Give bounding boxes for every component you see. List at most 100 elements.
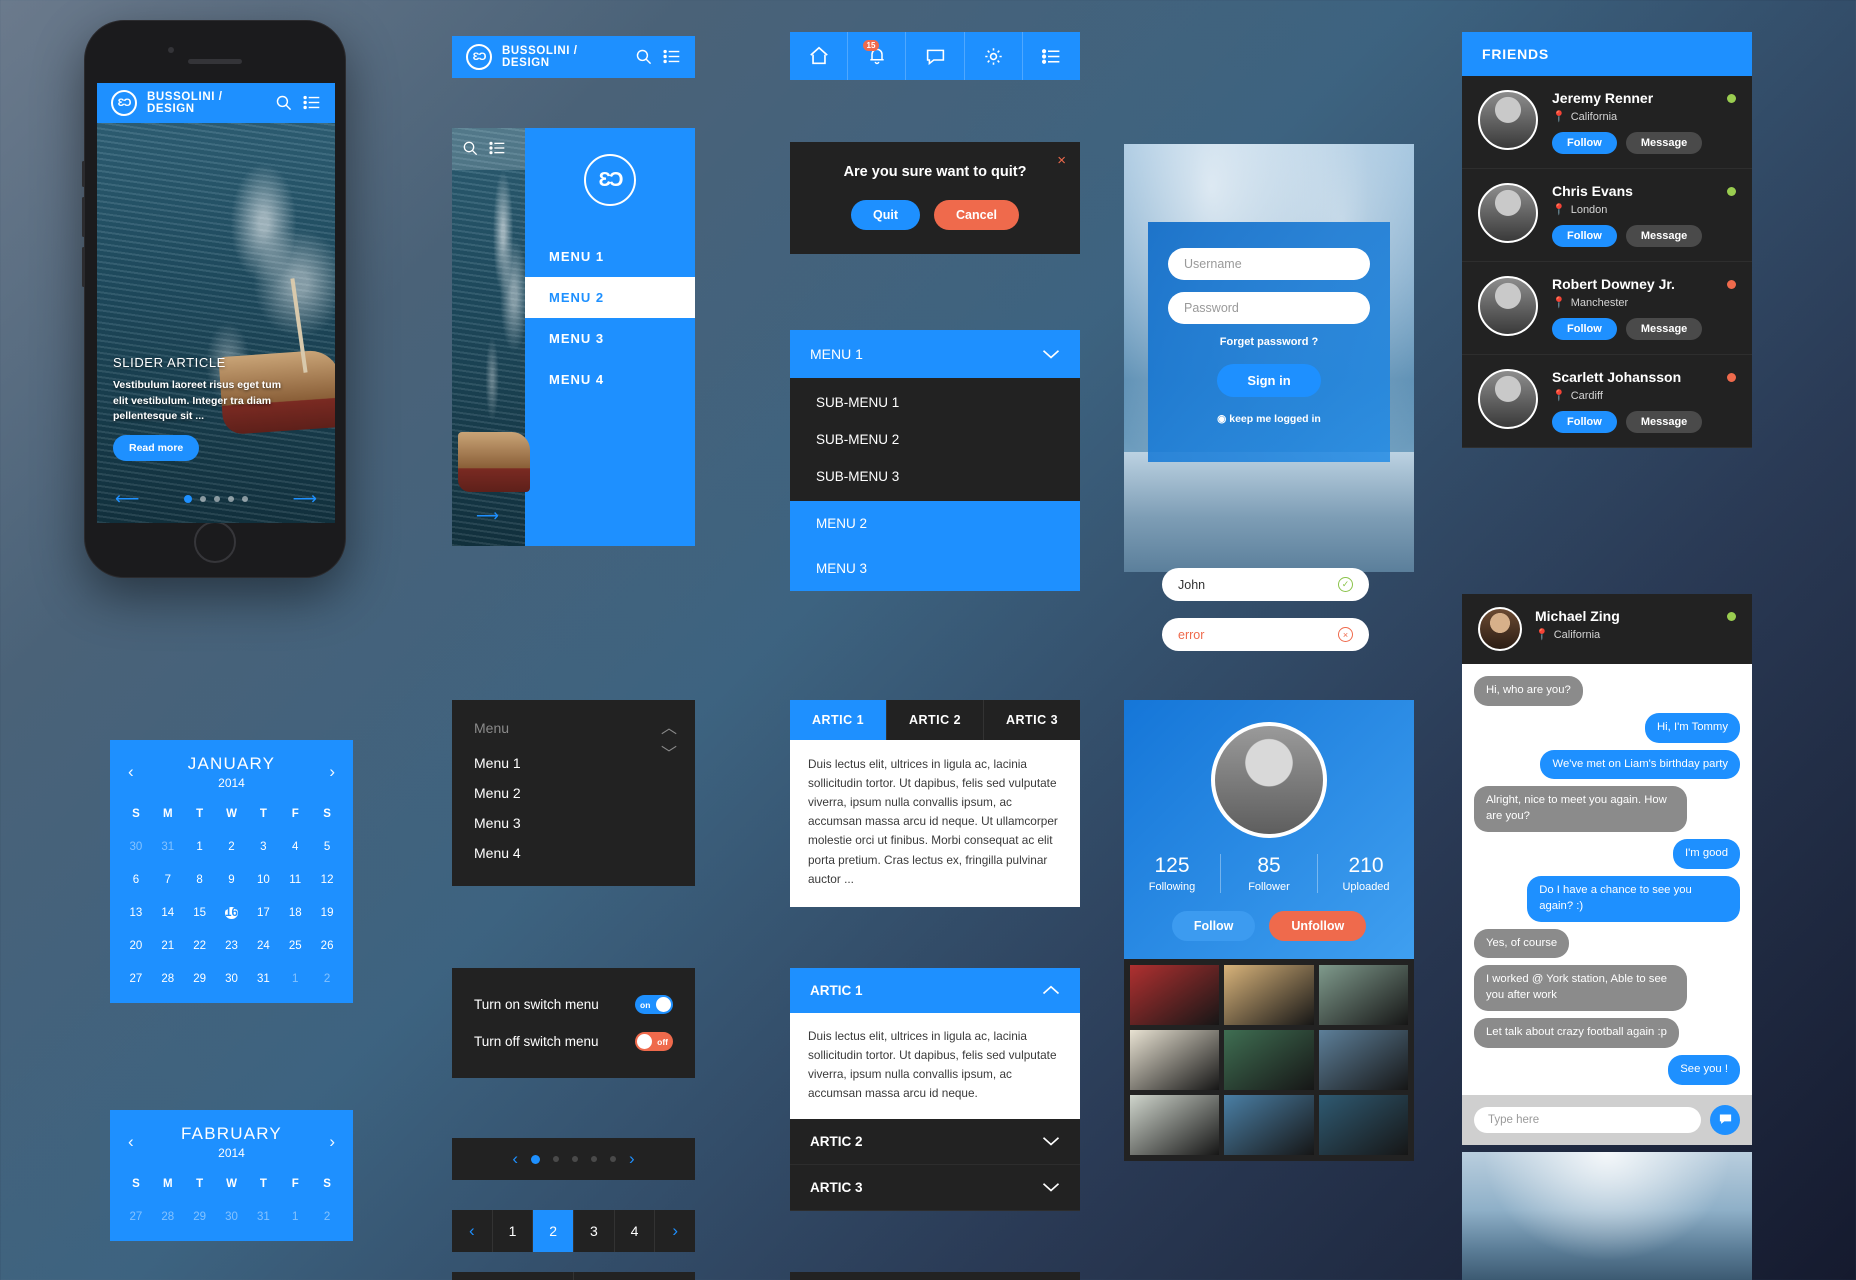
calendar-day[interactable]: 18 [279,901,311,925]
calendar-day[interactable]: 23 [216,934,248,958]
tab-artic-3[interactable]: ARTIC 3 [984,700,1080,740]
phone-volume-down-button[interactable] [82,197,85,237]
calendar-next-button[interactable]: › [329,1132,335,1152]
slider-dot[interactable] [242,496,248,502]
unfollow-button[interactable]: Unfollow [1269,911,1367,941]
list-item[interactable]: Menu 4 [452,838,695,868]
calendar-day[interactable]: 8 [184,868,216,892]
phone-silent-switch[interactable] [82,247,85,287]
pagination-page-4[interactable]: 4 [615,1210,656,1252]
slider-dot[interactable] [184,495,192,503]
accordion-light-header-artic-3[interactable]: ARTIC 3 [790,1165,1080,1212]
message-button[interactable]: Message [1625,318,1703,340]
keep-logged-in-checkbox[interactable]: ◉ keep me logged in [1168,413,1370,425]
calendar-day[interactable]: 30 [216,1205,248,1229]
phone-volume-up-button[interactable] [82,161,85,187]
calendar-prev-button[interactable]: ‹ [128,762,134,782]
calendar-day[interactable]: 1 [279,1205,311,1229]
gallery-thumbnail[interactable] [1130,1030,1220,1090]
gear-icon[interactable] [964,32,1023,80]
side-menu-next-arrow[interactable]: ⟶ [476,506,499,526]
search-icon[interactable] [275,94,293,112]
calendar-day[interactable]: 22 [184,934,216,958]
calendar-next-button[interactable]: › [329,762,335,782]
send-message-button[interactable] [1710,1104,1740,1135]
calendar-day[interactable]: 11 [279,868,311,892]
list-icon[interactable] [663,48,681,66]
carousel-dot[interactable] [572,1156,578,1162]
calendar-day[interactable]: 28 [152,1205,184,1229]
calendar-day[interactable]: 2 [216,835,248,859]
input-success-field[interactable]: John ✓ [1162,568,1369,601]
accordion-sub-item-3[interactable]: SUB-MENU 3 [790,458,1080,495]
gallery-thumbnail[interactable] [1130,1095,1220,1155]
calendar-day[interactable]: 31 [247,1205,279,1229]
read-more-button[interactable]: Read more [113,435,200,461]
cancel-button[interactable]: Cancel [934,200,1019,230]
slider-prev-arrow[interactable]: ⟵ [115,489,139,509]
gallery-thumbnail[interactable] [1130,965,1220,1025]
pagination-cell[interactable] [574,1272,695,1280]
calendar-day[interactable]: 29 [184,967,216,991]
calendar-day[interactable]: 31 [247,967,279,991]
carousel-next-button[interactable]: › [629,1149,635,1169]
list-item[interactable]: Menu 3 [452,808,695,838]
list-icon[interactable] [303,94,321,112]
carousel-dot[interactable] [531,1154,540,1164]
calendar-day[interactable]: 12 [311,868,343,892]
sidebar-item-menu-1[interactable]: MENU 1 [525,236,695,277]
calendar-day[interactable]: 4 [279,835,311,859]
calendar-day[interactable]: 28 [152,967,184,991]
calendar-prev-button[interactable]: ‹ [128,1132,134,1152]
calendar-day[interactable]: 31 [152,835,184,859]
follow-button[interactable]: Follow [1552,225,1617,247]
quit-button[interactable]: Quit [851,200,920,230]
calendar-day[interactable]: 1 [279,967,311,991]
pagination-page-1[interactable]: 1 [493,1210,534,1252]
slider-dot[interactable] [200,496,206,502]
calendar-day[interactable]: 13 [120,901,152,925]
calendar-day[interactable]: 19 [311,901,343,925]
calendar-day[interactable]: 9 [216,868,248,892]
calendar-day[interactable]: 21 [152,934,184,958]
chat-input[interactable]: Type here [1474,1106,1701,1133]
accordion-light-header-open[interactable]: ARTIC 1 [790,968,1080,1013]
accordion-light-header-artic-2[interactable]: ARTIC 2 [790,1119,1080,1166]
calendar-day[interactable]: 15 [184,901,216,925]
forget-password-link[interactable]: Forget password ? [1168,336,1370,348]
chevron-down-icon[interactable]: ﹀ [661,740,677,764]
gallery-thumbnail[interactable] [1318,1030,1408,1090]
search-icon[interactable] [635,48,653,66]
gallery-thumbnail[interactable] [1318,1095,1408,1155]
sidebar-item-menu-4[interactable]: MENU 4 [525,359,695,400]
calendar-day[interactable]: 2 [311,1205,343,1229]
tab-artic-1[interactable]: ARTIC 1 [790,700,887,740]
chevron-up-icon[interactable]: ︿ [661,714,677,738]
carousel-dot[interactable] [591,1156,597,1162]
calendar-day[interactable]: 26 [311,934,343,958]
carousel-dot[interactable] [553,1156,559,1162]
gallery-thumbnail[interactable] [1318,965,1408,1025]
list-icon[interactable] [489,140,507,158]
search-icon[interactable] [462,140,480,158]
password-input[interactable]: Password [1168,292,1370,324]
toggle-switch-off[interactable]: off [635,1032,673,1051]
pagination-cell[interactable] [452,1272,574,1280]
home-icon[interactable] [790,32,849,80]
follow-button[interactable]: Follow [1552,411,1617,433]
message-button[interactable]: Message [1625,225,1703,247]
username-input[interactable]: Username [1168,248,1370,280]
calendar-day[interactable]: 17 [247,901,279,925]
list-icon[interactable] [1022,32,1081,80]
calendar-day[interactable]: 20 [120,934,152,958]
pagination-page-3[interactable]: 3 [574,1210,615,1252]
carousel-prev-button[interactable]: ‹ [512,1149,518,1169]
accordion-sub-item-2[interactable]: SUB-MENU 2 [790,421,1080,458]
carousel-dot[interactable] [610,1156,616,1162]
pagination-page-2[interactable]: 2 [533,1210,575,1252]
follow-button[interactable]: Follow [1552,132,1617,154]
calendar-day[interactable]: 10 [247,868,279,892]
toggle-switch-on[interactable]: on [635,995,673,1014]
tab-artic-2[interactable]: ARTIC 2 [887,700,984,740]
input-error-field[interactable]: error × [1162,618,1369,651]
